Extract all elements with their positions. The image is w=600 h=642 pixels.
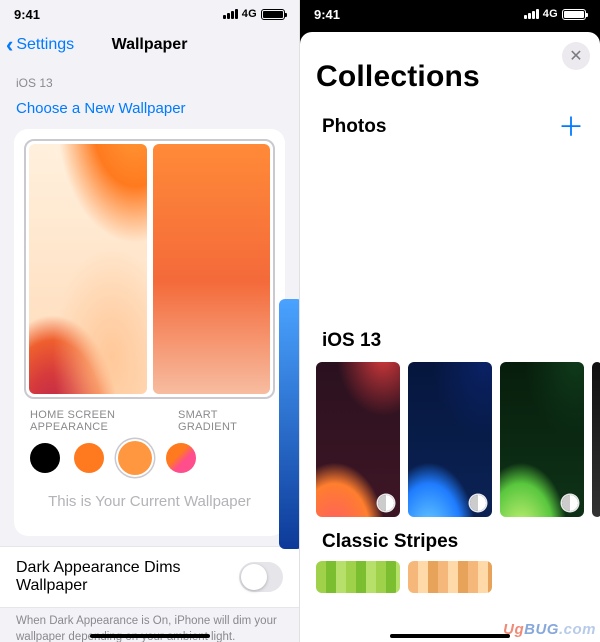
back-label: Settings	[16, 36, 74, 54]
home-indicator[interactable]	[390, 634, 510, 638]
appearance-icon	[378, 495, 394, 511]
wallpaper-thumb-orange[interactable]	[316, 362, 400, 517]
collections-heading: Collections	[300, 32, 600, 108]
swatch-orange-selected[interactable]	[118, 441, 152, 475]
network-label: 4G	[543, 8, 558, 20]
photos-label: Photos	[322, 116, 386, 138]
status-bar: 9:41 4G	[0, 0, 299, 28]
battery-icon	[562, 9, 586, 20]
swatch-pink-orange[interactable]	[166, 443, 196, 473]
home-indicator[interactable]	[90, 634, 210, 638]
choose-wallpaper-link[interactable]: Choose a New Wallpaper	[0, 90, 299, 129]
network-label: 4G	[242, 8, 257, 20]
swatch-row	[24, 441, 275, 481]
photos-row[interactable]: Photos ＋	[300, 108, 600, 150]
signal-icon	[223, 9, 238, 19]
appearance-icon	[470, 495, 486, 511]
battery-icon	[261, 9, 285, 20]
current-wallpaper-caption: This is Your Current Wallpaper	[24, 481, 275, 526]
appearance-row: HOME SCREEN APPEARANCE SMART GRADIENT	[24, 399, 275, 441]
stripes-thumb-strip[interactable]	[300, 561, 600, 593]
swatch-orange[interactable]	[74, 443, 104, 473]
signal-icon	[524, 9, 539, 19]
stripe-thumb-peach[interactable]	[408, 561, 492, 593]
smart-gradient-label: SMART GRADIENT	[178, 409, 269, 433]
dark-appearance-row: Dark Appearance Dims Wallpaper	[0, 546, 299, 608]
appearance-label: HOME SCREEN APPEARANCE	[30, 409, 178, 433]
wallpaper-preview-frame[interactable]	[24, 139, 275, 399]
chevron-left-icon: ‹	[6, 34, 13, 56]
page-title: Wallpaper	[112, 36, 188, 54]
lockscreen-preview	[29, 144, 147, 394]
wallpaper-card: HOME SCREEN APPEARANCE SMART GRADIENT Th…	[14, 129, 285, 536]
homescreen-preview	[153, 144, 271, 394]
close-icon: ✕	[569, 46, 582, 66]
next-wallpaper-peek[interactable]	[279, 299, 300, 549]
dark-appearance-label: Dark Appearance Dims Wallpaper	[16, 559, 239, 595]
appearance-icon	[562, 495, 578, 511]
plus-icon: ＋	[558, 112, 584, 142]
nav-bar: ‹ Settings Wallpaper	[0, 28, 299, 62]
status-right: 4G	[223, 8, 285, 20]
status-time: 9:41	[314, 7, 340, 22]
section-stripes-title: Classic Stripes	[300, 517, 600, 561]
wallpaper-thumb-green[interactable]	[500, 362, 584, 517]
section-category-label: iOS 13	[0, 76, 299, 90]
swatch-black[interactable]	[30, 443, 60, 473]
back-button[interactable]: ‹ Settings	[6, 28, 74, 62]
status-time: 9:41	[14, 7, 40, 22]
collections-pane: 9:41 4G ✕ Collections Photos ＋ iOS 13	[300, 0, 600, 642]
dark-appearance-toggle[interactable]	[239, 562, 283, 592]
settings-pane: 9:41 4G ‹ Settings Wallpaper iOS 13 Choo…	[0, 0, 300, 642]
settings-body: iOS 13 Choose a New Wallpaper HOME SCREE…	[0, 62, 299, 642]
ios13-thumb-strip[interactable]	[300, 362, 600, 517]
wallpaper-thumb-peek[interactable]	[592, 362, 600, 517]
add-photos-button[interactable]: ＋	[558, 114, 584, 140]
stripe-thumb-green[interactable]	[316, 561, 400, 593]
wallpaper-thumb-blue[interactable]	[408, 362, 492, 517]
status-bar: 9:41 4G	[300, 0, 600, 28]
collections-sheet: ✕ Collections Photos ＋ iOS 13	[300, 32, 600, 642]
close-button[interactable]: ✕	[562, 42, 590, 70]
section-ios13-title: iOS 13	[300, 150, 600, 362]
status-right: 4G	[524, 8, 586, 20]
